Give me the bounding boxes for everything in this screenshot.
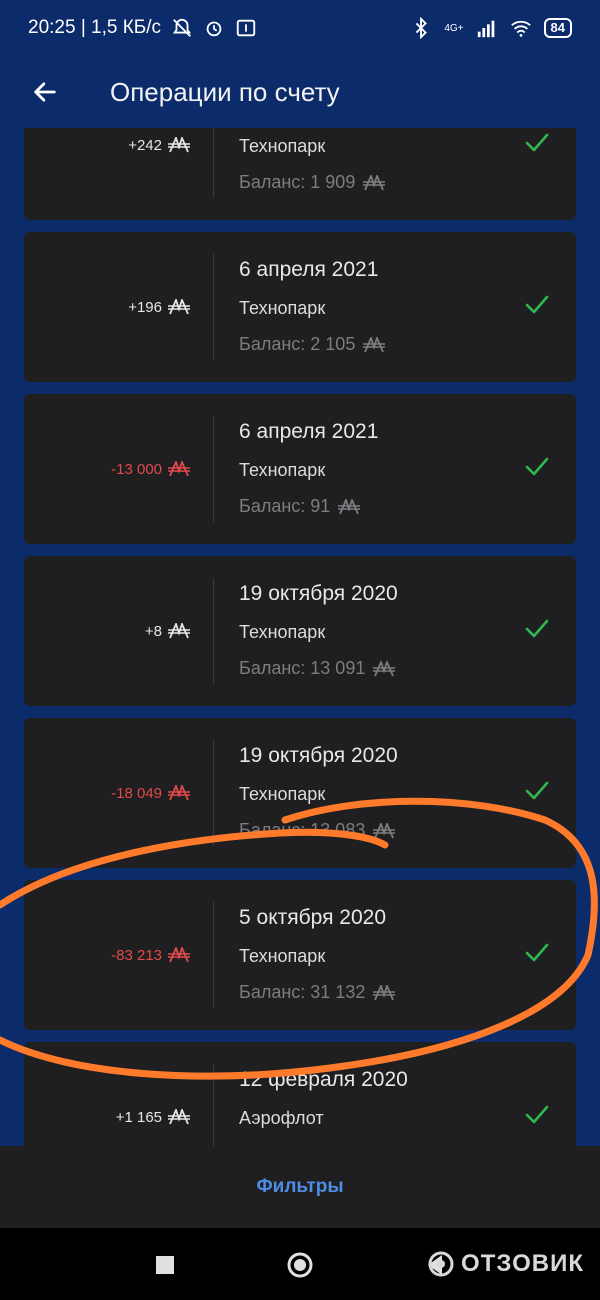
card-divider — [213, 740, 214, 846]
amount-value: +1 165 — [115, 1108, 162, 1126]
transaction-amount: -83 213 — [111, 880, 190, 1030]
card-divider — [213, 578, 214, 684]
card-divider — [213, 1064, 214, 1146]
transaction-date: 6 апреля 2021 — [239, 258, 379, 281]
transaction-date: 19 октября 2020 — [239, 744, 398, 767]
miles-sign-icon — [168, 1109, 190, 1125]
amount-value: +8 — [144, 622, 162, 640]
transaction-amount: +242 — [128, 128, 190, 220]
card-divider — [213, 416, 214, 522]
transaction-merchant: Технопарк — [239, 784, 326, 804]
miles-sign-icon — [168, 785, 190, 801]
check-icon — [525, 295, 549, 314]
transaction-amount: +8 — [145, 556, 190, 706]
miles-sign-icon — [168, 299, 190, 315]
miles-sign-icon — [168, 623, 190, 639]
transaction-balance: Баланс: 91 — [239, 496, 361, 517]
watermark-text: ОТЗОВИК — [461, 1250, 584, 1277]
balance-value: Баланс: 91 — [239, 496, 331, 516]
miles-sign-icon — [373, 822, 396, 838]
status-time-speed: 20:25 | 1,5 КБ/с — [28, 17, 162, 38]
amount-value: -83 213 — [111, 946, 162, 964]
balance-value: Баланс: 13 083 — [239, 820, 366, 840]
transaction-balance: Баланс: 2 105 — [239, 334, 386, 355]
transaction-amount: -18 049 — [111, 718, 190, 868]
transaction-merchant: Технопарк — [239, 622, 326, 642]
check-icon — [525, 943, 549, 962]
miles-sign-icon — [168, 137, 190, 153]
miles-sign-icon — [363, 174, 386, 190]
silent-icon — [173, 18, 192, 37]
miles-sign-icon — [338, 498, 361, 514]
balance-value: Баланс: 31 132 — [239, 982, 366, 1002]
recents-button[interactable] — [150, 1250, 180, 1280]
transaction-card[interactable]: -83 213 5 октября 2020 Технопарк Баланс:… — [24, 880, 576, 1030]
transaction-card[interactable]: -13 000 6 апреля 2021 Технопарк Баланс: … — [24, 394, 576, 544]
notification-icon — [236, 19, 256, 37]
balance-value: Баланс: 13 091 — [239, 658, 366, 678]
transaction-card[interactable]: +242 Технопарк Баланс: 1 909 — [24, 128, 576, 220]
alarm-icon — [206, 21, 222, 37]
transaction-merchant: Технопарк — [239, 298, 326, 318]
transaction-balance: Баланс: 1 909 — [239, 172, 386, 193]
home-button[interactable] — [285, 1250, 315, 1280]
balance-value: Баланс: 2 105 — [239, 334, 356, 354]
check-icon — [525, 781, 549, 800]
page-title: Операции по счету — [110, 76, 340, 107]
transaction-merchant: Технопарк — [239, 136, 326, 156]
transaction-card[interactable]: +196 6 апреля 2021 Технопарк Баланс: 2 1… — [24, 232, 576, 382]
card-divider — [213, 128, 214, 198]
transaction-merchant: Технопарк — [239, 946, 326, 966]
watermark: ОТЗОВИК — [427, 1250, 584, 1278]
card-divider — [213, 902, 214, 1008]
otzovik-logo-icon — [428, 1251, 454, 1277]
back-button[interactable] — [0, 62, 90, 122]
miles-sign-icon — [373, 660, 396, 676]
signal-icon — [477, 20, 494, 38]
bluetooth-icon — [416, 17, 428, 39]
battery-level: 84 — [543, 18, 572, 38]
wifi-icon — [510, 20, 531, 37]
amount-value: -18 049 — [111, 784, 162, 802]
miles-sign-icon — [373, 984, 396, 1000]
transaction-merchant: Аэрофлот — [239, 1108, 324, 1128]
arrow-left-icon — [34, 82, 56, 102]
amount-value: +242 — [128, 136, 162, 154]
status-left: 20:25 | 1,5 КБ/с — [28, 17, 257, 39]
transaction-merchant: Технопарк — [239, 460, 326, 480]
status-right: 4G+ 84 — [410, 17, 572, 39]
transaction-amount: +196 — [128, 232, 190, 382]
status-bar: 20:25 | 1,5 КБ/с 4G+ 84 — [0, 0, 600, 56]
transaction-amount: +1 165 — [116, 1042, 190, 1146]
miles-sign-icon — [363, 336, 386, 352]
transaction-balance: Баланс: 31 132 — [239, 982, 396, 1003]
amount-value: -13 000 — [111, 460, 162, 478]
check-icon — [525, 457, 549, 476]
bottom-panel: Фильтры — [0, 1146, 600, 1228]
miles-sign-icon — [168, 947, 190, 963]
transaction-amount: -13 000 — [111, 394, 190, 544]
card-divider — [213, 254, 214, 360]
transaction-card[interactable]: +8 19 октября 2020 Технопарк Баланс: 13 … — [24, 556, 576, 706]
network-type: 4G+ — [444, 22, 464, 34]
transaction-date: 6 апреля 2021 — [239, 420, 379, 443]
check-icon — [525, 133, 549, 152]
transaction-date: 5 октября 2020 — [239, 906, 386, 929]
transaction-card[interactable]: -18 049 19 октября 2020 Технопарк Баланс… — [24, 718, 576, 868]
transaction-date: 19 октября 2020 — [239, 582, 398, 605]
amount-value: +196 — [128, 298, 162, 316]
filters-button[interactable]: Фильтры — [256, 1176, 343, 1198]
app-bar: Операции по счету — [0, 56, 600, 128]
transaction-date: 12 февраля 2020 — [239, 1068, 408, 1091]
transaction-balance: Баланс: 13 091 — [239, 658, 396, 679]
transactions-list[interactable]: +242 Технопарк Баланс: 1 909 +196 6 апре… — [0, 128, 600, 1146]
miles-sign-icon — [168, 461, 190, 477]
transaction-balance: Баланс: 13 083 — [239, 820, 396, 841]
transaction-card[interactable]: +1 165 12 февраля 2020 Аэрофлот — [24, 1042, 576, 1146]
check-icon — [525, 619, 549, 638]
check-icon — [525, 1105, 549, 1124]
balance-value: Баланс: 1 909 — [239, 172, 356, 192]
